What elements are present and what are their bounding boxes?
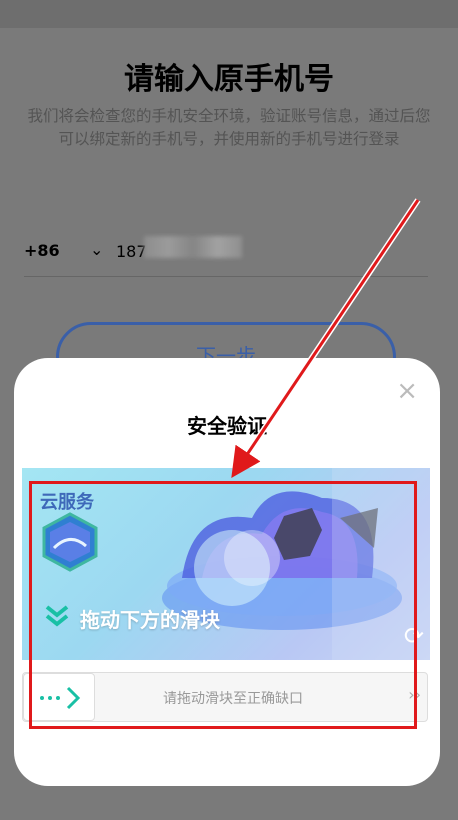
annotation-arrow	[231, 198, 421, 478]
